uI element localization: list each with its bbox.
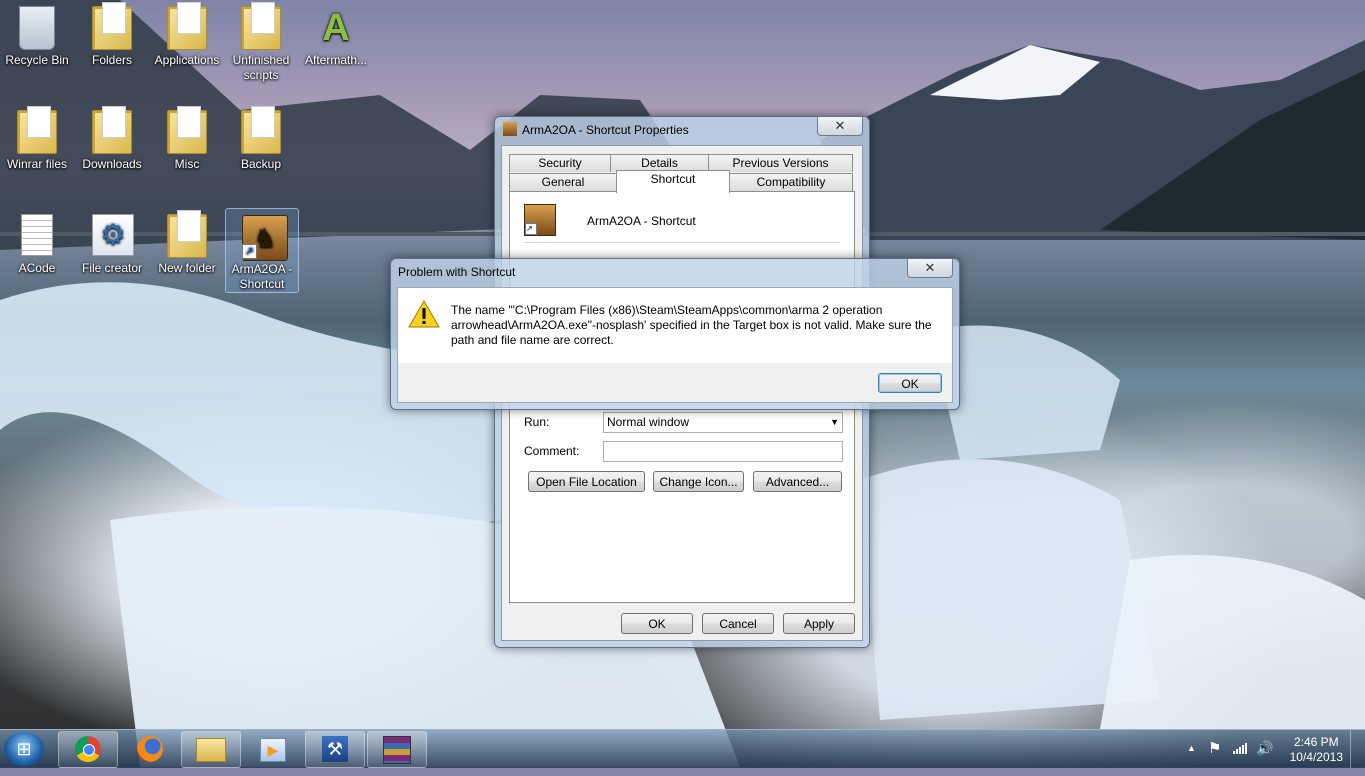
properties-apply-button[interactable]: Apply bbox=[783, 613, 855, 634]
show-desktop-button[interactable] bbox=[1350, 730, 1365, 768]
taskbar-chrome[interactable] bbox=[58, 731, 118, 768]
taskbar-winrar[interactable] bbox=[367, 731, 427, 768]
properties-title-bar: ArmA2OA - Shortcut Properties bbox=[503, 122, 689, 137]
properties-ok-button[interactable]: OK bbox=[621, 613, 693, 634]
run-select-value: Normal window bbox=[607, 415, 690, 429]
aftermath-icon: A bbox=[322, 7, 350, 49]
error-dialog-close-button[interactable]: ✕ bbox=[907, 259, 953, 278]
firefox-icon bbox=[137, 736, 163, 762]
desktop-icon-applications[interactable]: Applications bbox=[151, 0, 223, 68]
network-icon[interactable] bbox=[1233, 742, 1247, 754]
comment-label: Comment: bbox=[524, 444, 580, 458]
tab-general[interactable]: General bbox=[509, 173, 617, 191]
desktop-icon-label: File creator bbox=[81, 261, 143, 275]
folder-icon bbox=[241, 2, 281, 50]
desktop-icon-label: Downloads bbox=[82, 157, 142, 171]
gear-icon: ⚙ bbox=[92, 214, 134, 258]
folder-icon bbox=[17, 106, 57, 154]
desktop-icon-label: Folders bbox=[91, 53, 132, 67]
clock-time: 2:46 PM bbox=[1293, 735, 1339, 749]
notification-area: ▲ ⚑ 🔊 bbox=[1184, 730, 1284, 768]
open-file-location-button[interactable]: Open File Location bbox=[528, 471, 645, 492]
tab-shortcut[interactable]: Shortcut bbox=[616, 170, 730, 193]
media-player-icon: ▶ bbox=[260, 738, 286, 762]
desktop-icon-label: New folder bbox=[158, 261, 216, 275]
folder-icon bbox=[241, 106, 281, 154]
folder-icon bbox=[167, 2, 207, 50]
tool-icon: ⚒ bbox=[322, 736, 348, 762]
desktop-icon-label: Applications bbox=[154, 53, 220, 67]
tab-security[interactable]: Security bbox=[509, 154, 611, 172]
desktop-icon-recycle-bin[interactable]: Recycle Bin bbox=[1, 0, 73, 68]
error-dialog: Problem with Shortcut ✕ The name '"C:\Pr… bbox=[390, 258, 960, 410]
soldier-icon: ♞ ↗ bbox=[242, 215, 288, 261]
shortcut-arrow-icon: ↗ bbox=[242, 244, 257, 259]
advanced-button[interactable]: Advanced... bbox=[753, 471, 842, 492]
start-orb-icon[interactable]: ⊞ bbox=[4, 732, 44, 766]
chevron-down-icon: ▼ bbox=[830, 417, 839, 427]
text-document-icon bbox=[17, 214, 57, 258]
desktop-icon-label: Unfinished scripts bbox=[232, 53, 290, 82]
soldier-icon bbox=[503, 122, 517, 136]
desktop-icon-acode[interactable]: ACode bbox=[1, 208, 73, 276]
properties-close-button[interactable]: ✕ bbox=[817, 117, 863, 136]
run-select[interactable]: Normal window ▼ bbox=[603, 412, 843, 433]
desktop-icon-label: ACode bbox=[18, 261, 56, 275]
clock-date: 10/4/2013 bbox=[1289, 750, 1343, 764]
desktop-icon-backup[interactable]: Backup bbox=[225, 104, 297, 172]
desktop-icon-label: Backup bbox=[240, 157, 282, 171]
desktop-icon-misc[interactable]: Misc bbox=[151, 104, 223, 172]
desktop-icon-file-creator[interactable]: ⚙ File creator bbox=[76, 208, 148, 276]
recycle-bin-icon bbox=[17, 6, 57, 50]
error-ok-button[interactable]: OK bbox=[878, 373, 942, 393]
error-message: The name '"C:\Program Files (x86)\Steam\… bbox=[451, 303, 932, 347]
folder-icon bbox=[92, 2, 132, 50]
desktop-icon-label: Recycle Bin bbox=[5, 53, 69, 67]
warning-icon bbox=[408, 300, 440, 328]
properties-cancel-button[interactable]: Cancel bbox=[702, 613, 774, 634]
desktop-icon-label: Winrar files bbox=[6, 157, 67, 171]
action-center-flag-icon[interactable]: ⚑ bbox=[1208, 739, 1221, 757]
run-label: Run: bbox=[524, 415, 550, 429]
shortcut-arrow-icon: ↗ bbox=[525, 223, 537, 235]
tab-compatibility[interactable]: Compatibility bbox=[729, 173, 853, 191]
chrome-icon bbox=[75, 736, 101, 762]
desktop-icon-aftermath[interactable]: A Aftermath... bbox=[300, 0, 372, 68]
properties-title: ArmA2OA - Shortcut Properties bbox=[522, 123, 689, 137]
change-icon-button[interactable]: Change Icon... bbox=[653, 471, 744, 492]
error-dialog-title: Problem with Shortcut bbox=[398, 265, 516, 279]
error-message-area: The name '"C:\Program Files (x86)\Steam\… bbox=[398, 288, 952, 363]
system-clock[interactable]: 2:46 PM 10/4/2013 bbox=[1290, 735, 1343, 765]
explorer-icon bbox=[196, 738, 226, 762]
desktop-icon-label: Misc bbox=[174, 157, 200, 171]
show-hidden-icons-icon[interactable]: ▲ bbox=[1187, 743, 1196, 753]
taskbar-tool[interactable]: ⚒ bbox=[305, 731, 365, 768]
taskbar: ⊞ ▶ ⚒ ▲ ⚑ 🔊 2:46 PM 10/4/2013 bbox=[0, 729, 1365, 768]
taskbar-media-player[interactable]: ▶ bbox=[243, 731, 303, 768]
soldier-icon: ↗ bbox=[524, 204, 556, 236]
winrar-icon bbox=[383, 736, 411, 764]
error-dialog-client: The name '"C:\Program Files (x86)\Steam\… bbox=[397, 287, 953, 403]
separator bbox=[524, 242, 840, 243]
desktop-icon-arma2oa-shortcut[interactable]: ♞ ↗ ArmA2OA - Shortcut bbox=[225, 208, 299, 293]
folder-icon bbox=[167, 106, 207, 154]
desktop-icon-new-folder[interactable]: New folder bbox=[151, 208, 223, 276]
folder-icon bbox=[92, 106, 132, 154]
desktop-icon-downloads[interactable]: Downloads bbox=[76, 104, 148, 172]
volume-icon[interactable]: 🔊 bbox=[1256, 740, 1273, 757]
desktop-icon-unfinished-scripts[interactable]: Unfinished scripts bbox=[225, 0, 297, 83]
desktop-icon-winrar-files[interactable]: Winrar files bbox=[1, 104, 73, 172]
comment-field[interactable] bbox=[603, 441, 843, 462]
desktop-icon-label: ArmA2OA - Shortcut bbox=[231, 262, 293, 291]
taskbar-explorer[interactable] bbox=[181, 731, 241, 768]
shortcut-name: ArmA2OA - Shortcut bbox=[587, 214, 696, 228]
desktop-icon-label: Aftermath... bbox=[304, 53, 368, 67]
desktop-icon-folders[interactable]: Folders bbox=[76, 0, 148, 68]
folder-icon bbox=[167, 210, 207, 258]
taskbar-firefox[interactable] bbox=[120, 731, 180, 768]
